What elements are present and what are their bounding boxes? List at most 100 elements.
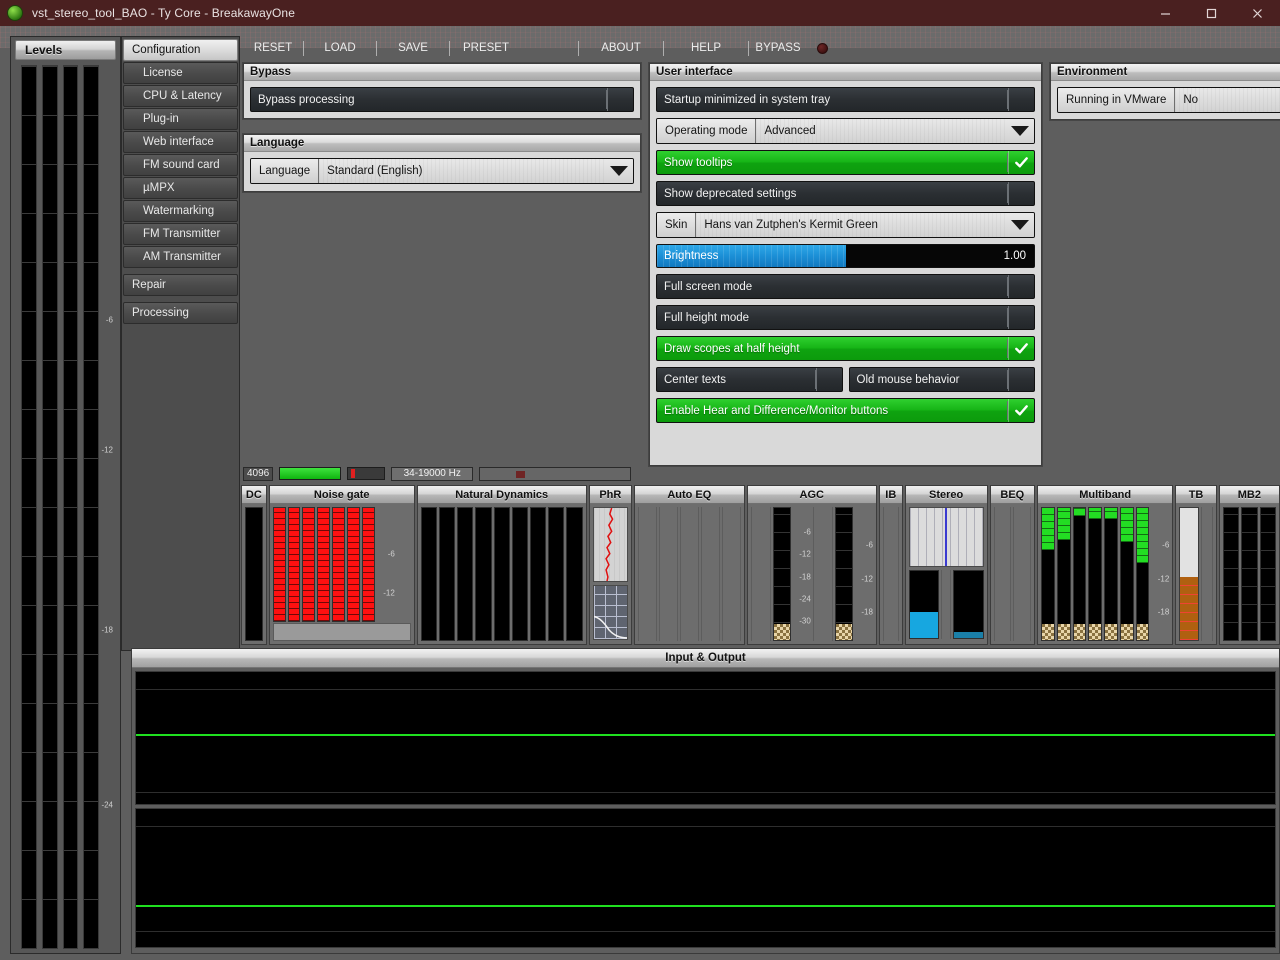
- module-tb[interactable]: TB: [1175, 485, 1217, 645]
- sidebar-item-repair[interactable]: Repair: [123, 274, 238, 296]
- module-noise-gate[interactable]: Noise gate -6 -12: [268, 485, 415, 645]
- sidebar-item-umpx[interactable]: µMPX: [123, 177, 238, 199]
- toolbar-left-group: RESET LOAD SAVE PRESET: [243, 40, 522, 56]
- environment-group: Environment Running in VMware No: [1050, 63, 1280, 120]
- sidebar-item-am-transmitter[interactable]: AM Transmitter: [123, 246, 238, 268]
- full-height-mode-label: Full height mode: [664, 311, 750, 324]
- beq-band: [1013, 507, 1032, 641]
- level-meter: [21, 65, 37, 949]
- sidebar-item-plugin[interactable]: Plug-in: [123, 108, 238, 130]
- brightness-value: 1.00: [1003, 250, 1026, 262]
- module-stereo[interactable]: Stereo: [904, 485, 988, 645]
- module-tb-title: TB: [1176, 486, 1216, 504]
- sidebar-item-label: FM Transmitter: [143, 228, 221, 240]
- old-mouse-behavior-toggle[interactable]: Old mouse behavior: [848, 367, 1035, 392]
- sidebar-item-label: Processing: [132, 307, 189, 319]
- meter-column: [475, 507, 492, 641]
- meter-column: [1104, 507, 1118, 641]
- toolbar-divider: [748, 40, 749, 56]
- chevron-down-icon[interactable]: [1006, 119, 1034, 143]
- meter-column: [1135, 507, 1150, 641]
- module-multiband[interactable]: Multiband -6 -12 -18: [1037, 485, 1174, 645]
- window-title: vst_stereo_tool_BAO - Ty Core - Breakawa…: [32, 6, 295, 20]
- module-auto-eq[interactable]: Auto EQ: [634, 485, 745, 645]
- module-noise-gate-body: -6 -12: [270, 504, 414, 644]
- close-icon[interactable]: [1234, 0, 1280, 26]
- module-mb2[interactable]: MB2: [1218, 485, 1280, 645]
- maximize-icon[interactable]: [1188, 0, 1234, 26]
- module-dc[interactable]: DC: [241, 485, 267, 645]
- show-tooltips-toggle[interactable]: Show tooltips: [656, 150, 1035, 175]
- sidebar-item-watermarking[interactable]: Watermarking: [123, 200, 238, 222]
- buffer-level-bar: [279, 467, 342, 480]
- output-scope[interactable]: [135, 808, 1276, 948]
- language-group: Language Language Standard (English): [243, 134, 641, 192]
- module-phr[interactable]: PhR: [588, 485, 633, 645]
- sidebar-item-label: FM sound card: [143, 159, 220, 171]
- module-multiband-scale: -6 -12 -18: [1151, 507, 1170, 641]
- sidebar-item-label: Watermarking: [143, 205, 215, 217]
- input-scope[interactable]: [135, 671, 1276, 805]
- enable-hear-difference-toggle[interactable]: Enable Hear and Difference/Monitor butto…: [656, 398, 1035, 423]
- scale-tick: -24: [101, 800, 113, 810]
- operating-mode-value: Advanced: [756, 119, 1006, 143]
- bypass-processing-toggle[interactable]: Bypass processing: [250, 87, 634, 112]
- sidebar-item-cpu-latency[interactable]: CPU & Latency: [123, 85, 238, 107]
- tb-gain-meter: [1179, 507, 1200, 641]
- sidebar-item-label: Plug-in: [143, 113, 179, 125]
- module-stereo-title: Stereo: [905, 486, 987, 504]
- chevron-down-icon[interactable]: [1006, 213, 1034, 237]
- startup-minimized-toggle[interactable]: Startup minimized in system tray: [656, 87, 1035, 112]
- reset-button[interactable]: RESET: [243, 42, 303, 54]
- module-noise-gate-footer: [272, 623, 411, 641]
- environment-group-body: Running in VMware No: [1051, 81, 1280, 119]
- agc-meter: [834, 507, 853, 641]
- meter-column: [548, 507, 565, 641]
- module-ib[interactable]: IB: [878, 485, 903, 645]
- sidebar-item-fm-transmitter[interactable]: FM Transmitter: [123, 223, 238, 245]
- user-interface-group-title: User interface: [650, 64, 1041, 81]
- module-stereo-body: [906, 504, 987, 644]
- load-button[interactable]: LOAD: [304, 42, 376, 54]
- bypass-button[interactable]: BYPASS: [749, 42, 807, 54]
- bypass-group-body: Bypass processing: [244, 81, 640, 118]
- full-screen-mode-toggle[interactable]: Full screen mode: [656, 274, 1035, 299]
- sidebar-item-configuration[interactable]: Configuration: [123, 39, 238, 61]
- brightness-slider[interactable]: Brightness 1.00: [656, 244, 1035, 268]
- operating-mode-select[interactable]: Operating mode Advanced: [656, 118, 1035, 144]
- preset-button[interactable]: PRESET: [450, 42, 522, 54]
- full-height-mode-toggle[interactable]: Full height mode: [656, 305, 1035, 330]
- scale-tick: -30: [799, 616, 811, 626]
- bypass-group: Bypass Bypass processing: [243, 63, 641, 119]
- language-select[interactable]: Language Standard (English): [250, 158, 634, 184]
- meter-column: [1241, 507, 1258, 641]
- sidebar-item-processing[interactable]: Processing: [123, 302, 238, 324]
- about-button[interactable]: ABOUT: [579, 42, 663, 54]
- agc-meter: [772, 507, 791, 641]
- center-texts-toggle[interactable]: Center texts: [656, 367, 843, 392]
- toggle-indicator: [815, 368, 842, 391]
- minimize-icon[interactable]: [1142, 0, 1188, 26]
- stereo-meter-right: [953, 570, 984, 639]
- chevron-down-icon[interactable]: [605, 159, 633, 183]
- nav-list: Configuration License CPU & Latency Plug…: [122, 37, 239, 324]
- toggle-pair-row: Center texts Old mouse behavior: [656, 367, 1035, 398]
- scale-tick: -24: [799, 594, 811, 604]
- phase-rotator-curve: [592, 585, 629, 640]
- show-deprecated-toggle[interactable]: Show deprecated settings: [656, 181, 1035, 206]
- module-natural-dynamics[interactable]: Natural Dynamics: [416, 485, 587, 645]
- sidebar-item-web-interface[interactable]: Web interface: [123, 131, 238, 153]
- checkmark-icon: [1008, 151, 1034, 174]
- help-button[interactable]: HELP: [664, 42, 748, 54]
- sidebar-item-fm-sound-card[interactable]: FM sound card: [123, 154, 238, 176]
- draw-scopes-half-height-toggle[interactable]: Draw scopes at half height: [656, 336, 1035, 361]
- meter-column: [347, 507, 360, 622]
- skin-select[interactable]: Skin Hans van Zutphen's Kermit Green: [656, 212, 1035, 238]
- sidebar-item-license[interactable]: License: [123, 62, 238, 84]
- module-agc[interactable]: AGC -6 -12 -18 -24 -30 -6 -12 -18: [746, 485, 877, 645]
- eq-band: [638, 507, 657, 641]
- save-button[interactable]: SAVE: [377, 42, 449, 54]
- module-beq[interactable]: BEQ: [989, 485, 1036, 645]
- sidebar-item-label: AM Transmitter: [143, 251, 221, 263]
- module-natural-dynamics-body: [418, 504, 586, 644]
